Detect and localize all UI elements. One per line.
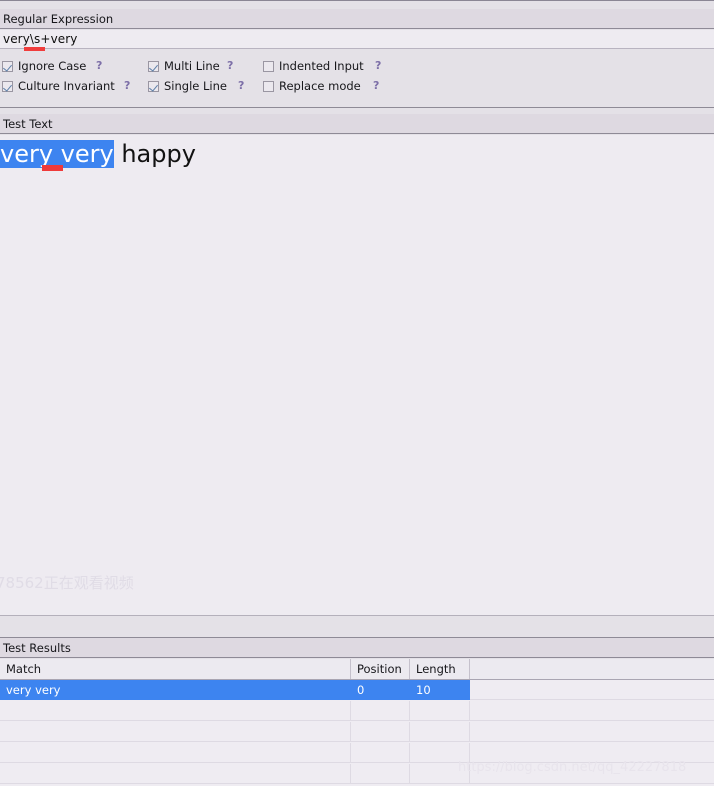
cell-length [410, 701, 470, 721]
checkbox-culture-invariant-icon[interactable] [2, 80, 13, 92]
cell-filler [470, 722, 714, 742]
cell-match [0, 764, 351, 784]
regex-error-underline [24, 47, 45, 51]
cell-filler [470, 701, 714, 721]
cell-length: 10 [410, 680, 470, 700]
test-text-error-underline [42, 165, 63, 171]
test-results-section-label: Test Results [3, 641, 71, 655]
cell-position [351, 722, 410, 742]
test-text-content: very very happy [0, 140, 196, 168]
help-icon-culture-invariant[interactable]: ? [124, 79, 130, 92]
test-text-remainder: happy [113, 140, 196, 168]
cell-filler [470, 680, 714, 700]
blog-url-watermark: https://blog.csdn.net/qq_42227818 [458, 760, 687, 775]
column-header-position[interactable]: Position [351, 659, 410, 679]
test-text-section-header: Test Text [0, 114, 714, 134]
option-single-line[interactable]: Single Line [148, 78, 227, 94]
option-culture-invariant-label: Culture Invariant [18, 79, 115, 93]
cell-length [410, 722, 470, 742]
option-single-line-label: Single Line [164, 79, 227, 93]
regex-options-panel: Ignore Case ? Culture Invariant ? Multi … [0, 53, 714, 108]
test-text-match-highlight: very very [0, 140, 114, 168]
help-icon-replace-mode[interactable]: ? [373, 79, 379, 92]
option-multi-line[interactable]: Multi Line [148, 58, 220, 74]
option-indented-input[interactable]: Indented Input [263, 58, 364, 74]
option-culture-invariant[interactable]: Culture Invariant [2, 78, 115, 94]
cell-position [351, 743, 410, 763]
test-text-editor[interactable]: very very happy 78562正在观看视频 [0, 135, 714, 615]
results-header-row: Match Position Length [0, 659, 714, 680]
option-replace-mode-label: Replace mode [279, 79, 361, 93]
cell-match [0, 743, 351, 763]
regex-pattern-value: very\s+very [3, 32, 78, 46]
option-replace-mode[interactable]: Replace mode [263, 78, 361, 94]
test-results-section-header: Test Results [0, 638, 714, 658]
cell-position [351, 764, 410, 784]
option-multi-line-label: Multi Line [164, 59, 220, 73]
checkbox-multi-line-icon[interactable] [148, 60, 159, 72]
regex-section-header: Regular Expression [0, 9, 714, 29]
option-ignore-case-label: Ignore Case [18, 59, 87, 73]
cell-match: very very [0, 680, 351, 700]
regex-section-label: Regular Expression [3, 12, 114, 26]
table-row[interactable] [0, 722, 714, 743]
table-row[interactable]: very very 0 10 [0, 680, 714, 701]
regex-tester-window: Regular Expression very\s+very Ignore Ca… [0, 0, 714, 786]
cell-position: 0 [351, 680, 410, 700]
pane-splitter[interactable] [0, 615, 714, 638]
cell-match [0, 701, 351, 721]
window-top-border [0, 0, 714, 3]
column-header-length[interactable]: Length [410, 659, 470, 679]
checkbox-replace-mode-icon[interactable] [263, 80, 274, 92]
cell-match [0, 722, 351, 742]
help-icon-multi-line[interactable]: ? [227, 59, 233, 72]
viewer-count-watermark: 78562正在观看视频 [0, 574, 134, 592]
option-ignore-case[interactable]: Ignore Case [2, 58, 86, 74]
help-icon-indented-input[interactable]: ? [375, 59, 381, 72]
checkbox-ignore-case-icon[interactable] [2, 60, 13, 72]
column-header-filler [470, 659, 714, 679]
checkbox-single-line-icon[interactable] [148, 80, 159, 92]
option-indented-input-label: Indented Input [279, 59, 364, 73]
checkbox-indented-input-icon[interactable] [263, 60, 274, 72]
cell-position [351, 701, 410, 721]
column-header-match[interactable]: Match [0, 659, 351, 679]
regex-pattern-input[interactable]: very\s+very [0, 30, 714, 49]
test-text-section-label: Test Text [3, 117, 53, 131]
help-icon-single-line[interactable]: ? [238, 79, 244, 92]
help-icon-ignore-case[interactable]: ? [96, 59, 102, 72]
table-row[interactable] [0, 701, 714, 722]
